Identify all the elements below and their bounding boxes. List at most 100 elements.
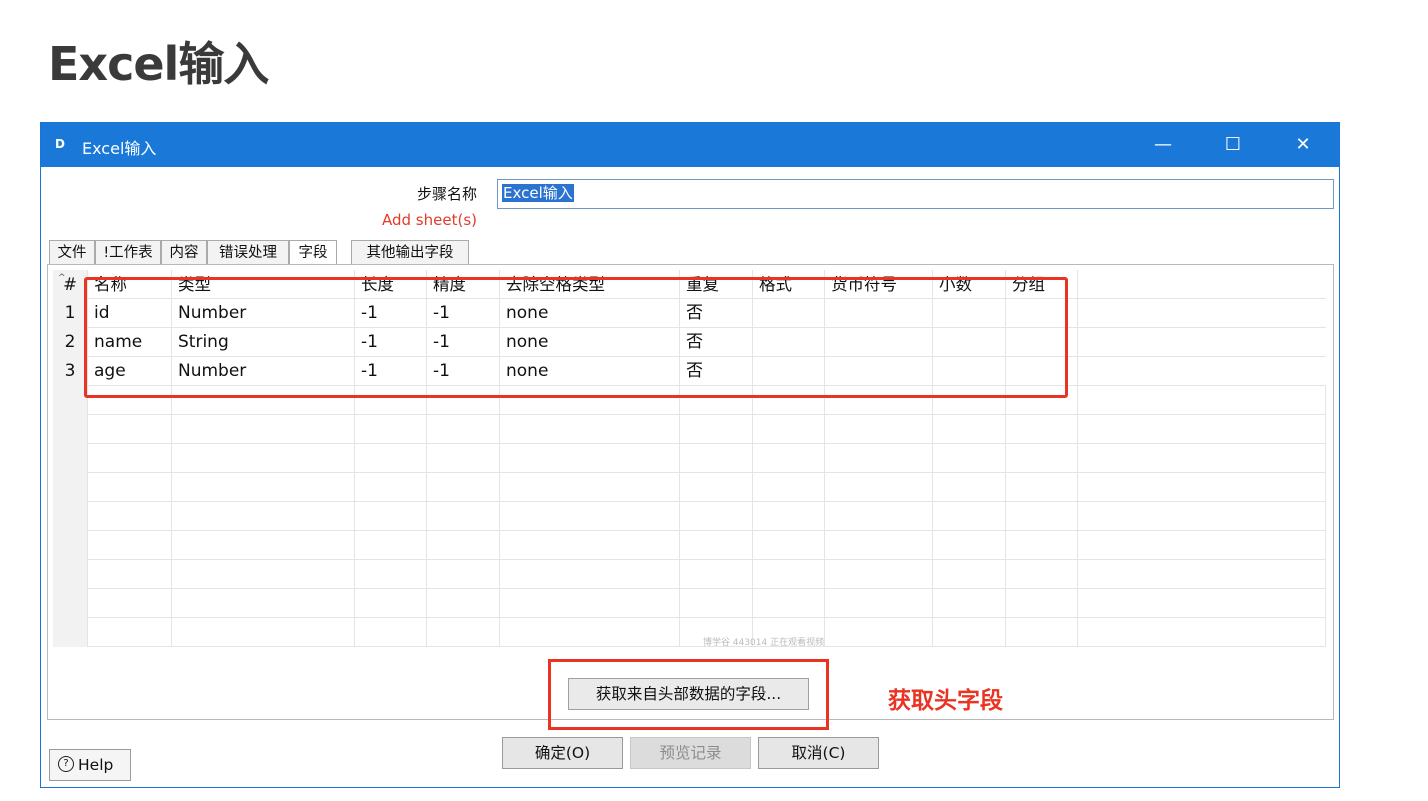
cell-trim-type[interactable]: none (500, 328, 680, 357)
preview-button[interactable]: 预览记录 (630, 737, 751, 769)
table-row[interactable]: 2 name String -1 -1 none 否 (53, 328, 1326, 357)
cell-trim-type[interactable]: none (500, 299, 680, 328)
cell-group[interactable] (1006, 299, 1078, 328)
empty-cell (88, 531, 172, 560)
empty-cell (1078, 415, 1326, 444)
cell-name[interactable]: name (88, 328, 172, 357)
cell-format[interactable] (753, 357, 825, 386)
cell-decimal[interactable] (933, 328, 1006, 357)
table-header-row: ^ # 名称 类型 长度 精度 去除空格类型 重复 格式 货币符号 小数 分组 (53, 270, 1326, 299)
cell-length[interactable]: -1 (355, 357, 427, 386)
cell-trim-type[interactable]: none (500, 357, 680, 386)
maximize-button[interactable]: ☐ (1213, 131, 1253, 159)
col-header-length[interactable]: 长度 (355, 270, 427, 299)
close-button[interactable]: ✕ (1283, 131, 1323, 159)
empty-cell (427, 473, 500, 502)
col-header-group[interactable]: 分组 (1006, 270, 1078, 299)
tab-fields[interactable]: 字段 (289, 240, 337, 264)
cell-currency[interactable] (825, 357, 933, 386)
empty-cell (933, 473, 1006, 502)
window-title: Excel输入 (82, 139, 157, 158)
col-header-type[interactable]: 类型 (172, 270, 355, 299)
empty-cell (753, 444, 825, 473)
empty-cell (500, 618, 680, 647)
cell-repeat[interactable]: 否 (680, 328, 753, 357)
col-header-repeat[interactable]: 重复 (680, 270, 753, 299)
col-header-format[interactable]: 格式 (753, 270, 825, 299)
empty-cell (427, 531, 500, 560)
empty-cell (1006, 415, 1078, 444)
cell-currency[interactable] (825, 328, 933, 357)
empty-cell (825, 473, 933, 502)
empty-cell (825, 531, 933, 560)
col-header-name[interactable]: 名称 (88, 270, 172, 299)
empty-cell (53, 473, 88, 502)
cell-precision[interactable]: -1 (427, 328, 500, 357)
col-header-index[interactable]: ^ # (53, 270, 88, 299)
tab-error-handling[interactable]: 错误处理 (207, 240, 289, 264)
empty-cell (88, 560, 172, 589)
empty-cell (355, 415, 427, 444)
cell-group[interactable] (1006, 328, 1078, 357)
table-row[interactable]: 1 id Number -1 -1 none 否 (53, 299, 1326, 328)
cell-currency[interactable] (825, 299, 933, 328)
cancel-button[interactable]: 取消(C) (758, 737, 879, 769)
title-bar[interactable]: D Excel输入 — ☐ ✕ (41, 123, 1339, 167)
empty-cell (53, 560, 88, 589)
row-index: 2 (53, 328, 88, 357)
col-header-trim-type[interactable]: 去除空格类型 (500, 270, 680, 299)
empty-cell (1078, 386, 1326, 415)
empty-cell (427, 502, 500, 531)
cell-name[interactable]: id (88, 299, 172, 328)
col-header-currency[interactable]: 货币符号 (825, 270, 933, 299)
table-row[interactable]: 3 age Number -1 -1 none 否 (53, 357, 1326, 386)
tab-sheets[interactable]: !工作表 (95, 240, 161, 264)
empty-row (53, 386, 1326, 415)
cell-precision[interactable]: -1 (427, 357, 500, 386)
cell-decimal[interactable] (933, 357, 1006, 386)
step-name-input[interactable]: Excel输入 (497, 179, 1334, 209)
tab-other-output-fields[interactable]: 其他输出字段 (351, 240, 469, 264)
cell-length[interactable]: -1 (355, 328, 427, 357)
empty-row (53, 560, 1326, 589)
col-header-decimal[interactable]: 小数 (933, 270, 1006, 299)
cell-name[interactable]: age (88, 357, 172, 386)
get-fields-button[interactable]: 获取来自头部数据的字段... (568, 678, 809, 710)
empty-cell (933, 502, 1006, 531)
empty-row (53, 589, 1326, 618)
empty-cell (1078, 589, 1326, 618)
help-label: Help (78, 756, 114, 774)
empty-cell (88, 502, 172, 531)
empty-cell (825, 618, 933, 647)
empty-cell (1006, 386, 1078, 415)
minimize-button[interactable]: — (1143, 131, 1183, 159)
help-button[interactable]: ? Help (49, 749, 131, 781)
cell-type[interactable]: Number (172, 299, 355, 328)
empty-cell (500, 502, 680, 531)
empty-cell (1006, 473, 1078, 502)
cell-precision[interactable]: -1 (427, 299, 500, 328)
cell-decimal[interactable] (933, 299, 1006, 328)
empty-cell (933, 618, 1006, 647)
cell-type[interactable]: String (172, 328, 355, 357)
empty-cell (53, 502, 88, 531)
empty-cell (680, 502, 753, 531)
col-header-precision[interactable]: 精度 (427, 270, 500, 299)
ok-button[interactable]: 确定(O) (502, 737, 623, 769)
cell-repeat[interactable]: 否 (680, 299, 753, 328)
cell-group[interactable] (1006, 357, 1078, 386)
tab-file[interactable]: 文件 (49, 240, 95, 264)
empty-cell (500, 560, 680, 589)
tab-content[interactable]: 内容 (161, 240, 207, 264)
empty-cell (825, 415, 933, 444)
cell-length[interactable]: -1 (355, 299, 427, 328)
empty-cell (427, 618, 500, 647)
empty-cell (355, 444, 427, 473)
cell-format[interactable] (753, 299, 825, 328)
empty-cell (1078, 502, 1326, 531)
cell-format[interactable] (753, 328, 825, 357)
empty-cell (1006, 589, 1078, 618)
cell-type[interactable]: Number (172, 357, 355, 386)
cell-repeat[interactable]: 否 (680, 357, 753, 386)
empty-cell (1006, 531, 1078, 560)
